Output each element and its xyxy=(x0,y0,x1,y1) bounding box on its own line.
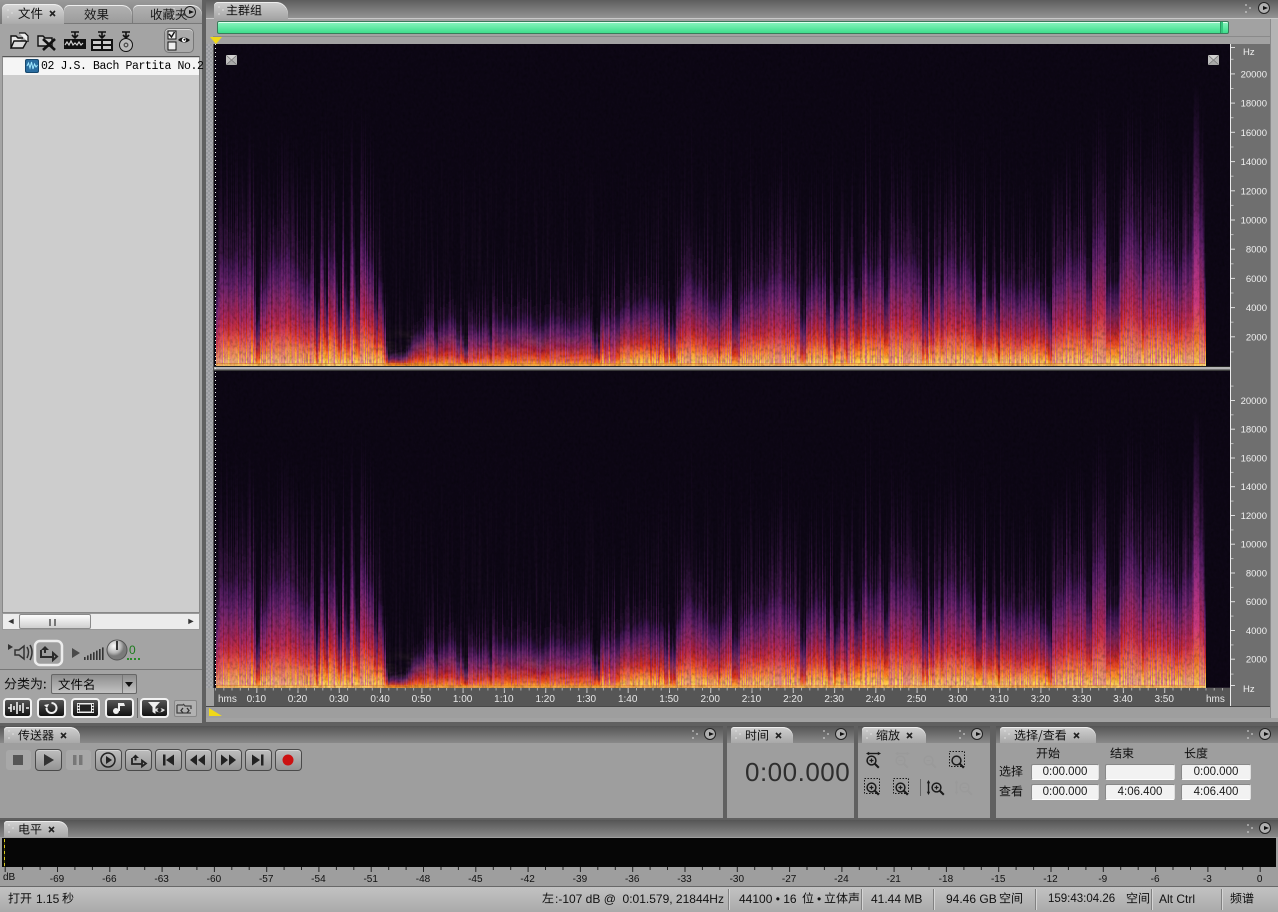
svg-text:2:10: 2:10 xyxy=(742,694,762,705)
svg-text:12000: 12000 xyxy=(1241,186,1267,197)
svg-text:2:00: 2:00 xyxy=(700,694,720,705)
svg-text:-24: -24 xyxy=(834,874,849,885)
svg-text:1:30: 1:30 xyxy=(577,694,597,705)
svg-text:1:50: 1:50 xyxy=(659,694,679,705)
svg-text:hms: hms xyxy=(1206,694,1225,705)
svg-text:-3: -3 xyxy=(1203,874,1212,885)
svg-text:1:00: 1:00 xyxy=(453,694,473,705)
svg-text:18000: 18000 xyxy=(1241,99,1267,110)
svg-text:-51: -51 xyxy=(363,874,378,885)
svg-text:10000: 10000 xyxy=(1241,216,1267,227)
svg-text:-60: -60 xyxy=(207,874,222,885)
svg-text:8000: 8000 xyxy=(1246,245,1267,256)
svg-text:-9: -9 xyxy=(1098,874,1107,885)
svg-text:-30: -30 xyxy=(730,874,745,885)
svg-text:Hz: Hz xyxy=(1243,684,1255,695)
svg-text:-6: -6 xyxy=(1151,874,1160,885)
svg-text:2:20: 2:20 xyxy=(783,694,803,705)
svg-text:0:50: 0:50 xyxy=(412,694,432,705)
svg-text:12000: 12000 xyxy=(1241,511,1267,522)
svg-text:-66: -66 xyxy=(102,874,117,885)
svg-text:20000: 20000 xyxy=(1241,396,1267,407)
svg-text:14000: 14000 xyxy=(1241,157,1267,168)
svg-text:2:50: 2:50 xyxy=(907,694,927,705)
svg-text:-18: -18 xyxy=(939,874,954,885)
svg-text:1:20: 1:20 xyxy=(535,694,555,705)
svg-text:16000: 16000 xyxy=(1241,128,1267,139)
svg-text:-36: -36 xyxy=(625,874,640,885)
svg-text:-48: -48 xyxy=(416,874,431,885)
svg-text:-33: -33 xyxy=(677,874,692,885)
svg-text:1:40: 1:40 xyxy=(618,694,638,705)
svg-text:dB: dB xyxy=(3,872,16,883)
svg-text:Hz: Hz xyxy=(1243,47,1255,58)
svg-text:6000: 6000 xyxy=(1246,597,1267,608)
svg-text:-57: -57 xyxy=(259,874,274,885)
svg-text:18000: 18000 xyxy=(1241,425,1267,436)
svg-text:3:40: 3:40 xyxy=(1113,694,1133,705)
svg-text:-63: -63 xyxy=(154,874,169,885)
svg-text:8000: 8000 xyxy=(1246,569,1267,580)
svg-text:0:20: 0:20 xyxy=(288,694,308,705)
svg-text:-27: -27 xyxy=(782,874,797,885)
svg-text:3:50: 3:50 xyxy=(1154,694,1174,705)
svg-text:hms: hms xyxy=(218,694,237,705)
svg-text:0:30: 0:30 xyxy=(329,694,349,705)
svg-text:3:10: 3:10 xyxy=(989,694,1009,705)
svg-text:-15: -15 xyxy=(991,874,1006,885)
svg-text:14000: 14000 xyxy=(1241,482,1267,493)
svg-text:2:30: 2:30 xyxy=(824,694,844,705)
svg-text:16000: 16000 xyxy=(1241,454,1267,465)
svg-text:-54: -54 xyxy=(311,874,326,885)
svg-text:-39: -39 xyxy=(573,874,588,885)
svg-text:-69: -69 xyxy=(50,874,65,885)
svg-text:6000: 6000 xyxy=(1246,274,1267,285)
svg-text:20000: 20000 xyxy=(1241,69,1267,80)
svg-text:3:20: 3:20 xyxy=(1031,694,1051,705)
svg-text:-42: -42 xyxy=(520,874,535,885)
svg-text:2000: 2000 xyxy=(1246,332,1267,343)
svg-text:3:30: 3:30 xyxy=(1072,694,1092,705)
svg-text:-21: -21 xyxy=(886,874,901,885)
svg-text:10000: 10000 xyxy=(1241,540,1267,551)
svg-text:3:00: 3:00 xyxy=(948,694,968,705)
svg-text:0:40: 0:40 xyxy=(370,694,390,705)
svg-text:-12: -12 xyxy=(1043,874,1058,885)
svg-text:2000: 2000 xyxy=(1246,655,1267,666)
svg-text:2:40: 2:40 xyxy=(866,694,886,705)
svg-text:0:10: 0:10 xyxy=(247,694,267,705)
svg-text:4000: 4000 xyxy=(1246,626,1267,637)
svg-text:4000: 4000 xyxy=(1246,303,1267,314)
svg-text:-45: -45 xyxy=(468,874,483,885)
svg-text:0: 0 xyxy=(1257,874,1263,885)
svg-text:1:10: 1:10 xyxy=(494,694,514,705)
